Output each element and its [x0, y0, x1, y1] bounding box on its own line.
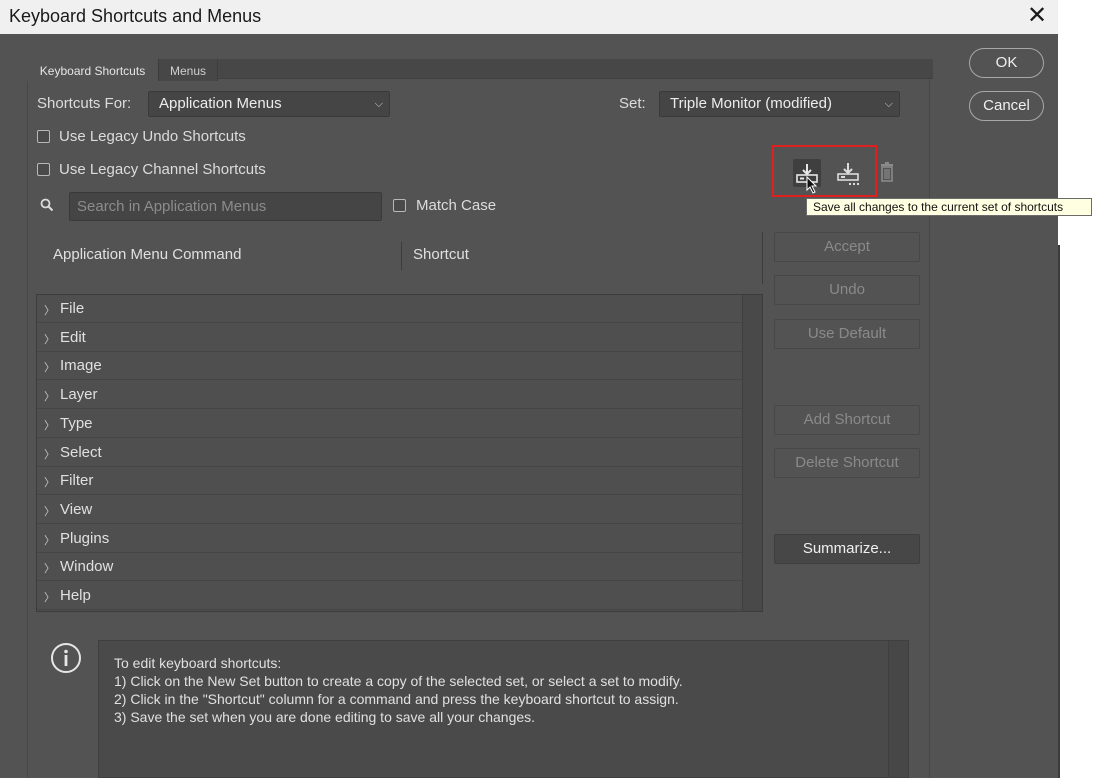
list-item-label: Image [60, 357, 102, 374]
list-item-label: File [60, 300, 85, 317]
list-item-label: Filter [60, 472, 94, 489]
list-item-label: Edit [60, 329, 86, 346]
instructions-box: To edit keyboard shortcuts: 1) Click on … [98, 640, 909, 778]
column-divider [762, 232, 763, 284]
match-case-label: Match Case [416, 197, 497, 214]
match-case-checkbox[interactable] [393, 199, 406, 212]
search-icon [40, 198, 54, 212]
chevron-right-icon: 〉 [44, 391, 55, 403]
trash-icon[interactable] [873, 159, 901, 187]
info-icon [51, 643, 81, 673]
set-dropdown[interactable]: Triple Monitor (modified) ⌵ [659, 91, 900, 117]
chevron-right-icon: 〉 [44, 449, 55, 461]
chevron-right-icon: 〉 [44, 535, 55, 547]
tab-keyboard-shortcuts[interactable]: Keyboard Shortcuts [27, 59, 158, 81]
background-window-edge [1058, 245, 1093, 778]
list-item-file[interactable]: 〉 File [37, 295, 742, 323]
chevron-right-icon: 〉 [44, 420, 55, 432]
column-header-command-label: Application Menu Command [53, 246, 242, 263]
list-item-label: Layer [60, 386, 98, 403]
list-item-edit[interactable]: 〉 Edit [37, 324, 742, 352]
delete-shortcut-button[interactable]: Delete Shortcut [774, 448, 920, 478]
list-item-label: View [60, 501, 93, 518]
instruction-line: 2) Click in the "Shortcut" column for a … [114, 691, 679, 707]
list-item-label: Window [60, 558, 114, 575]
list-item-label: Type [60, 415, 93, 432]
ok-button[interactable]: OK [969, 48, 1044, 78]
mouse-cursor-icon [806, 176, 818, 194]
save-as-set-icon[interactable] [834, 159, 862, 187]
list-item-type[interactable]: 〉 Type [37, 410, 742, 438]
column-header-shortcut[interactable]: Shortcut [402, 232, 763, 294]
instructions-scrollbar[interactable] [888, 641, 908, 777]
legacy-channel-label: Use Legacy Channel Shortcuts [59, 161, 266, 178]
search-placeholder: Search in Application Menus [77, 198, 267, 215]
chevron-right-icon: 〉 [44, 563, 55, 575]
list-item-window[interactable]: 〉 Window [37, 553, 742, 581]
list-item-plugins[interactable]: 〉 Plugins [37, 525, 742, 553]
list-item-image[interactable]: 〉 Image [37, 352, 742, 380]
search-input[interactable]: Search in Application Menus [69, 192, 382, 221]
chevron-right-icon: 〉 [44, 506, 55, 518]
legacy-undo-checkbox[interactable] [37, 130, 50, 143]
undo-button[interactable]: Undo [774, 275, 920, 305]
instruction-line: To edit keyboard shortcuts: [114, 655, 282, 671]
list-item-help[interactable]: 〉 Help [37, 582, 742, 610]
chevron-down-icon: ⌵ [374, 98, 383, 110]
window-title: Keyboard Shortcuts and Menus [9, 6, 262, 26]
list-item-view[interactable]: 〉 View [37, 496, 742, 524]
chevron-right-icon: 〉 [44, 592, 55, 604]
column-header-command[interactable]: Application Menu Command [36, 232, 402, 294]
chevron-down-icon: ⌵ [884, 98, 893, 110]
legacy-channel-checkbox[interactable] [37, 163, 50, 176]
list-item-select[interactable]: 〉 Select [37, 439, 742, 467]
list-item-label: Help [60, 587, 91, 604]
menu-command-list: 〉 File 〉 Edit 〉 Image 〉 Layer 〉 Type 〉 S… [36, 294, 763, 612]
tooltip: Save all changes to the current set of s… [806, 198, 1092, 216]
use-default-button[interactable]: Use Default [774, 319, 920, 349]
list-scrollbar[interactable] [742, 295, 762, 611]
shortcuts-for-dropdown[interactable]: Application Menus ⌵ [148, 91, 390, 117]
shortcuts-for-value: Application Menus [159, 95, 282, 112]
list-item-label: Select [60, 444, 102, 461]
shortcuts-for-label: Shortcuts For: [37, 95, 132, 112]
cancel-button[interactable]: Cancel [969, 91, 1044, 121]
list-item-layer[interactable]: 〉 Layer [37, 381, 742, 409]
chevron-right-icon: 〉 [44, 362, 55, 374]
legacy-undo-label: Use Legacy Undo Shortcuts [59, 128, 246, 145]
set-value: Triple Monitor (modified) [670, 95, 832, 112]
instruction-line: 3) Save the set when you are done editin… [114, 709, 536, 725]
close-button[interactable]: ✕ [1022, 2, 1052, 32]
accept-button[interactable]: Accept [774, 232, 920, 262]
column-header-shortcut-label: Shortcut [413, 246, 469, 263]
chevron-right-icon: 〉 [44, 477, 55, 489]
chevron-right-icon: 〉 [44, 334, 55, 346]
add-shortcut-button[interactable]: Add Shortcut [774, 405, 920, 435]
set-label: Set: [619, 95, 646, 112]
title-bar: Keyboard Shortcuts and Menus ✕ [0, 0, 1058, 34]
list-item-filter[interactable]: 〉 Filter [37, 467, 742, 495]
list-item-label: Plugins [60, 530, 110, 547]
chevron-right-icon: 〉 [44, 305, 55, 317]
column-divider [401, 242, 402, 270]
instruction-line: 1) Click on the New Set button to create… [114, 673, 683, 689]
summarize-button[interactable]: Summarize... [774, 534, 920, 564]
tab-menus[interactable]: Menus [158, 59, 218, 81]
